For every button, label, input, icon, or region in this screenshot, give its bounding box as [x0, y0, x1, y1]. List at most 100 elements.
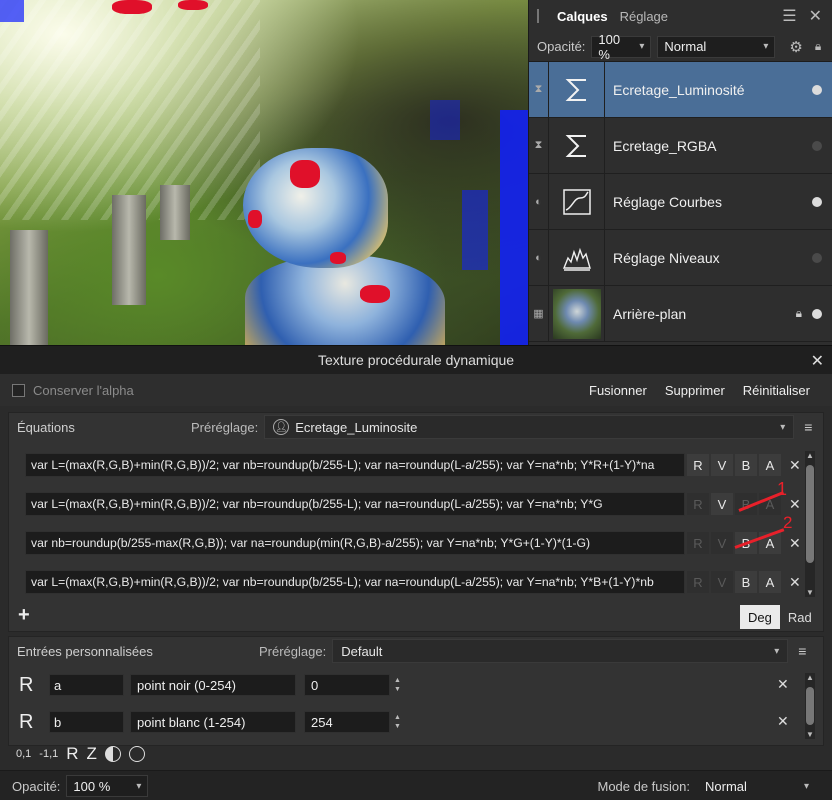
scroll-down-icon[interactable]: ▼	[805, 730, 815, 739]
layer-row[interactable]: ▦ Arrière-plan 🔒︎	[529, 285, 832, 342]
delete-equation-icon[interactable]: ✕	[789, 457, 801, 474]
add-equation-button[interactable]: +	[18, 604, 30, 627]
deg-button[interactable]: Deg	[740, 605, 780, 629]
opacity-field[interactable]: 100 % ▾	[66, 775, 149, 797]
annotation-number: 2	[783, 513, 793, 532]
delete-equation-icon[interactable]: ✕	[789, 496, 801, 513]
custom-inputs-scrollbar[interactable]: ▲ ▼	[805, 673, 815, 739]
equations-preset-select[interactable]: 👤︎ Ecretage_Luminosite ▾	[264, 415, 795, 439]
visibility-toggle[interactable]	[812, 308, 822, 319]
add-range-input-button[interactable]: 0,1	[16, 748, 31, 760]
color-input-icon[interactable]	[104, 746, 121, 762]
merge-button[interactable]: Fusionner	[589, 383, 647, 398]
clipped-highlight	[178, 0, 208, 10]
delete-equation-icon[interactable]: ✕	[789, 535, 801, 552]
rad-button[interactable]: Rad	[780, 605, 820, 629]
opacity-value: 100 %	[73, 778, 111, 794]
scrollbar-thumb[interactable]	[806, 687, 814, 725]
scrollbar-thumb[interactable]	[806, 465, 814, 563]
visibility-toggle[interactable]	[812, 140, 822, 151]
value-stepper[interactable]: ▲ ▼	[394, 676, 404, 694]
custom-inputs-preset-select[interactable]: Default ▾	[332, 639, 789, 663]
add-signed-range-input-button[interactable]: -1,1	[39, 748, 58, 760]
clip-indicator-icon[interactable]: ⧗	[529, 62, 549, 117]
equation-input-red[interactable]: var L=(max(R,G,B)+min(R,G,B))/2; var nb=…	[25, 453, 685, 477]
delete-input-icon[interactable]: ✕	[777, 713, 789, 730]
input-value-field[interactable]: 0	[304, 674, 390, 696]
layer-name: Réglage Niveaux	[613, 249, 720, 266]
document-canvas[interactable]	[0, 0, 528, 345]
channel-b-toggle[interactable]: B	[735, 571, 757, 593]
panel-grip-handle[interactable]	[537, 9, 541, 23]
clip-indicator-icon[interactable]: ⧗	[529, 118, 549, 173]
layer-row[interactable]: ⧗ Ecretage_RGBA	[529, 117, 832, 174]
tab-layers[interactable]: Calques	[551, 9, 614, 24]
channel-b-toggle[interactable]: B	[735, 454, 757, 476]
channel-a-toggle[interactable]: A	[759, 571, 781, 593]
channel-v-toggle[interactable]: V	[711, 454, 733, 476]
channel-r-toggle[interactable]: R	[687, 454, 709, 476]
opacity-field[interactable]: 100 % ▾	[591, 32, 652, 62]
input-description-field[interactable]: point blanc (1-254)	[130, 711, 296, 733]
checker-indicator-icon[interactable]: ▦	[529, 286, 549, 341]
blend-mode-select[interactable]: Normal ▾	[657, 35, 776, 58]
delete-input-icon[interactable]: ✕	[777, 676, 789, 693]
input-description-field[interactable]: point noir (0-254)	[130, 674, 296, 696]
clipped-highlight	[248, 210, 262, 228]
channel-r-toggle[interactable]: R	[687, 532, 709, 554]
lock-icon[interactable]: 🔒︎	[815, 39, 821, 54]
channel-v-toggle[interactable]: V	[711, 571, 733, 593]
hamburger-menu-icon[interactable]: ☰	[782, 6, 796, 26]
gear-icon[interactable]: ⚙	[789, 38, 802, 56]
layer-row[interactable]: ◐ Réglage Niveaux	[529, 229, 832, 286]
preset-menu-icon[interactable]: ≡	[804, 419, 812, 435]
add-integer-input-button[interactable]: Z	[87, 744, 97, 764]
dialog-footer: Opacité: 100 % ▾ Mode de fusion: Normal …	[0, 770, 832, 800]
scroll-up-icon[interactable]: ▲	[805, 673, 815, 682]
input-name-field[interactable]: a	[49, 674, 124, 696]
scroll-up-icon[interactable]: ▲	[805, 451, 815, 460]
equation-input-green-alt[interactable]: var nb=roundup(b/255-max(R,G,B)); var na…	[25, 531, 685, 555]
delete-button[interactable]: Supprimer	[665, 383, 725, 398]
visibility-toggle[interactable]	[812, 84, 822, 95]
reset-button[interactable]: Réinitialiser	[743, 383, 810, 398]
channel-r-toggle[interactable]: R	[687, 571, 709, 593]
preset-menu-icon[interactable]: ≡	[798, 643, 806, 659]
chevron-down-icon: ▾	[774, 645, 780, 657]
equation-input-blue[interactable]: var L=(max(R,G,B)+min(R,G,B))/2; var nb=…	[25, 570, 685, 594]
close-icon[interactable]: ✕	[811, 351, 824, 371]
value-stepper[interactable]: ▲ ▼	[394, 713, 404, 731]
input-value-field[interactable]: 254	[304, 711, 390, 733]
stone-pillar	[160, 185, 190, 240]
channel-v-toggle[interactable]: V	[711, 493, 733, 515]
channel-v-toggle[interactable]: V	[711, 532, 733, 554]
dialog-toolbar: Conserver l'alpha Fusionner Supprimer Ré…	[0, 374, 832, 406]
tab-adjustments[interactable]: Réglage	[614, 9, 674, 24]
clipped-highlight	[360, 285, 390, 303]
layer-row[interactable]: ◐ Réglage Courbes	[529, 173, 832, 230]
input-name-field[interactable]: b	[49, 711, 124, 733]
equations-scrollbar[interactable]: ▲ ▼	[805, 451, 815, 597]
channel-a-toggle[interactable]: A	[759, 454, 781, 476]
adjustment-indicator-icon[interactable]: ◐	[529, 174, 549, 229]
adjustment-indicator-icon[interactable]: ◐	[529, 230, 549, 285]
clipped-shadow	[500, 110, 528, 345]
close-icon[interactable]: ✕	[809, 6, 822, 26]
scroll-down-icon[interactable]: ▼	[805, 588, 815, 597]
add-real-input-button[interactable]: R	[66, 744, 78, 764]
blend-mode-select[interactable]: Normal ▾	[698, 775, 816, 797]
blend-mode-label: Mode de fusion:	[597, 778, 690, 794]
equation-input-green[interactable]: var L=(max(R,G,B)+min(R,G,B))/2; var nb=…	[25, 492, 685, 516]
blend-mode-value: Normal	[664, 39, 707, 54]
clipped-shadow	[462, 190, 488, 270]
delete-equation-icon[interactable]: ✕	[789, 574, 801, 591]
point-input-icon[interactable]	[128, 746, 145, 762]
clipped-highlight	[112, 0, 152, 14]
visibility-toggle[interactable]	[812, 252, 822, 263]
stone-pillar	[112, 195, 146, 305]
layer-row[interactable]: ⧗ Ecretage_Luminosité	[529, 61, 832, 118]
channel-r-toggle[interactable]: R	[687, 493, 709, 515]
lock-icon[interactable]: 🔒︎	[796, 306, 802, 321]
preserve-alpha-checkbox[interactable]	[12, 383, 25, 397]
visibility-toggle[interactable]	[812, 196, 822, 207]
